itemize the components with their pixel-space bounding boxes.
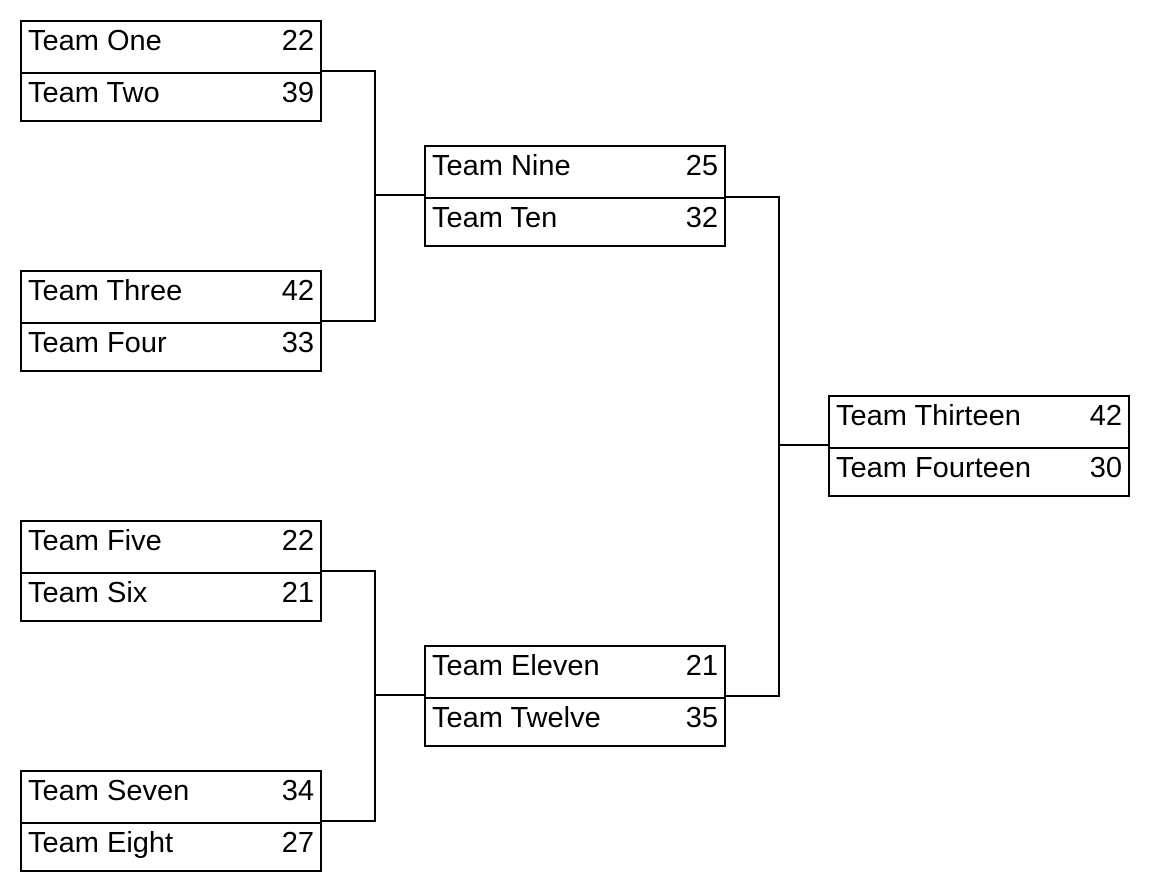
connector-line <box>374 194 426 196</box>
connector-line <box>726 695 780 697</box>
connector-line <box>374 70 376 322</box>
team-score: 32 <box>685 202 718 234</box>
team-score: 27 <box>281 827 314 859</box>
team-name: Team Eleven <box>432 650 600 682</box>
team-name: Team Twelve <box>432 702 601 734</box>
team-name: Team Nine <box>432 150 571 182</box>
team-name: Team Ten <box>432 202 558 234</box>
matchup-r1-1: Team One 22 Team Two 39 <box>20 20 322 122</box>
connector-line <box>374 570 376 822</box>
team-row: Team Six 21 <box>22 572 320 623</box>
connector-line <box>322 320 376 322</box>
team-name: Team One <box>28 25 162 57</box>
team-name: Team Three <box>28 275 183 307</box>
team-row: Team Twelve 35 <box>426 697 724 748</box>
team-row: Team Thirteen 42 <box>830 397 1128 446</box>
team-row: Team Ten 32 <box>426 197 724 248</box>
team-name: Team Thirteen <box>836 400 1021 432</box>
connector-line <box>726 196 780 198</box>
team-score: 22 <box>281 525 314 557</box>
team-row: Team Eight 27 <box>22 822 320 873</box>
team-name: Team Six <box>28 577 148 609</box>
team-score: 42 <box>1089 400 1122 432</box>
team-score: 21 <box>281 577 314 609</box>
matchup-r2-2: Team Eleven 21 Team Twelve 35 <box>424 645 726 747</box>
connector-line <box>322 820 376 822</box>
team-row: Team Two 39 <box>22 72 320 123</box>
team-row: Team Seven 34 <box>22 772 320 821</box>
connector-line <box>778 444 830 446</box>
matchup-r2-1: Team Nine 25 Team Ten 32 <box>424 145 726 247</box>
team-name: Team Four <box>28 327 167 359</box>
connector-line <box>778 196 780 697</box>
team-name: Team Eight <box>28 827 174 859</box>
team-row: Team Fourteen 30 <box>830 447 1128 498</box>
connector-line <box>374 694 426 696</box>
team-score: 42 <box>281 275 314 307</box>
matchup-r1-3: Team Five 22 Team Six 21 <box>20 520 322 622</box>
team-score: 39 <box>281 77 314 109</box>
team-name: Team Fourteen <box>836 452 1032 484</box>
team-score: 25 <box>685 150 718 182</box>
matchup-r3-1: Team Thirteen 42 Team Fourteen 30 <box>828 395 1130 497</box>
connector-line <box>322 570 376 572</box>
team-row: Team Four 33 <box>22 322 320 373</box>
team-score: 35 <box>685 702 718 734</box>
team-name: Team Seven <box>28 775 190 807</box>
team-score: 21 <box>685 650 718 682</box>
team-row: Team Three 42 <box>22 272 320 321</box>
team-row: Team One 22 <box>22 22 320 71</box>
team-row: Team Five 22 <box>22 522 320 571</box>
team-score: 33 <box>281 327 314 359</box>
team-score: 34 <box>281 775 314 807</box>
team-score: 30 <box>1089 452 1122 484</box>
matchup-r1-2: Team Three 42 Team Four 33 <box>20 270 322 372</box>
team-score: 22 <box>281 25 314 57</box>
team-name: Team Five <box>28 525 162 557</box>
team-row: Team Eleven 21 <box>426 647 724 696</box>
team-name: Team Two <box>28 77 160 109</box>
team-row: Team Nine 25 <box>426 147 724 196</box>
connector-line <box>322 70 376 72</box>
matchup-r1-4: Team Seven 34 Team Eight 27 <box>20 770 322 872</box>
